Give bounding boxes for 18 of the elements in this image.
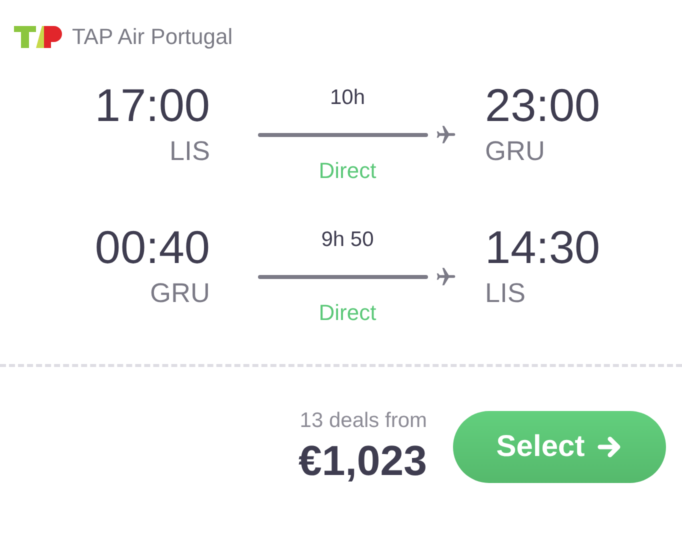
departure-time: 17:00 xyxy=(94,80,210,130)
airline-logo-icon xyxy=(12,24,62,50)
departure-airport: LIS xyxy=(169,136,210,167)
flight-duration: 9h 50 xyxy=(321,228,374,252)
arrival-time: 23:00 xyxy=(485,80,600,130)
arrival-airport: GRU xyxy=(485,136,545,167)
departure-airport: GRU xyxy=(150,278,210,309)
arrival-airport: LIS xyxy=(485,278,526,309)
stops-label: Direct xyxy=(318,300,376,326)
select-button[interactable]: Select xyxy=(453,411,666,483)
arrow-right-icon xyxy=(596,435,623,459)
deals-count: 13 deals from xyxy=(300,409,427,433)
stops-label: Direct xyxy=(318,158,376,184)
arrival-time: 14:30 xyxy=(485,222,600,272)
flight-duration: 10h xyxy=(330,86,366,110)
departure-time: 00:40 xyxy=(94,222,210,272)
airline-name: TAP Air Portugal xyxy=(72,24,233,50)
price: €1,023 xyxy=(298,437,427,485)
